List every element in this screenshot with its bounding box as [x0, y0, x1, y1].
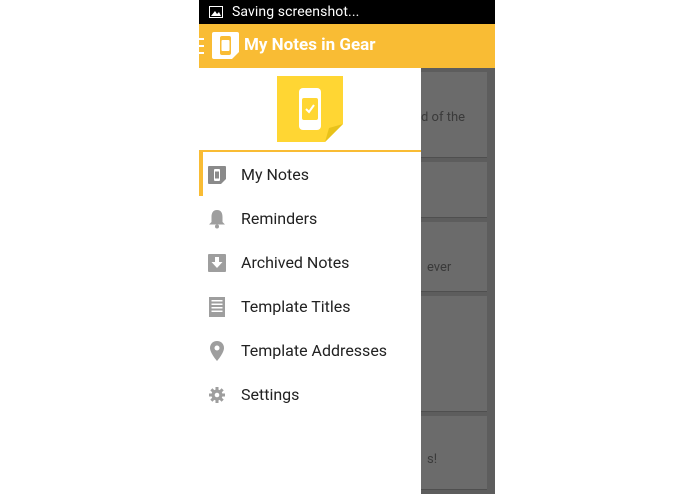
- drawer-toggle-icon[interactable]: [199, 38, 204, 54]
- nav-item-label: Reminders: [241, 209, 318, 228]
- nav-item-settings[interactable]: Settings: [199, 372, 421, 416]
- drawer-nav-list: My Notes Reminders Archived Notes Templa…: [199, 152, 421, 416]
- image-notification-icon: [209, 6, 223, 18]
- app-logo-large-icon: [277, 76, 343, 142]
- app-logo-icon[interactable]: [212, 32, 239, 59]
- nav-item-label: Template Addresses: [241, 341, 388, 360]
- status-text: Saving screenshot...: [232, 4, 360, 20]
- bell-icon: [207, 209, 227, 229]
- nav-item-label: Settings: [241, 385, 300, 404]
- status-bar: Saving screenshot...: [199, 0, 495, 24]
- nav-item-template-addresses[interactable]: Template Addresses: [199, 328, 421, 372]
- document-lines-icon: [207, 297, 227, 317]
- note-watch-icon: [207, 165, 227, 185]
- drawer-header: [199, 68, 421, 152]
- nav-item-my-notes[interactable]: My Notes: [199, 152, 421, 196]
- action-bar: My Notes in Gear: [199, 24, 495, 68]
- gear-icon: [207, 385, 227, 405]
- archive-download-icon: [207, 253, 227, 273]
- nav-item-archived-notes[interactable]: Archived Notes: [199, 240, 421, 284]
- nav-item-label: Archived Notes: [241, 253, 350, 272]
- nav-item-label: Template Titles: [241, 297, 351, 316]
- navigation-drawer: My Notes Reminders Archived Notes Templa…: [199, 68, 421, 494]
- nav-item-label: My Notes: [241, 165, 310, 184]
- nav-item-reminders[interactable]: Reminders: [199, 196, 421, 240]
- app-title: My Notes in Gear: [244, 35, 376, 55]
- phone-screen: Saving screenshot... My Notes in Gear d …: [199, 0, 495, 494]
- nav-item-template-titles[interactable]: Template Titles: [199, 284, 421, 328]
- map-pin-icon: [207, 341, 227, 361]
